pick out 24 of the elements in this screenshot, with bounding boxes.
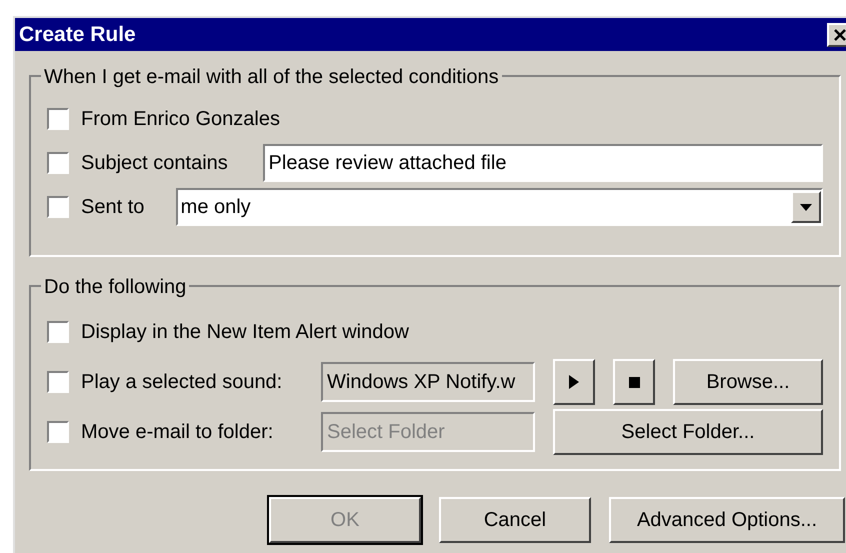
checkbox[interactable] [47,152,69,174]
browse-button[interactable]: Browse... [673,359,823,405]
checkbox[interactable] [47,321,69,343]
checkbox[interactable] [47,196,69,218]
checkbox-label: From Enrico Gonzales [81,107,280,132]
sent-to-dropdown[interactable]: me only [176,188,823,226]
subject-field[interactable]: Please review attached file [262,144,823,182]
dialog-button[interactable]: Advanced Options... [609,497,845,543]
sound-field[interactable]: Windows XP Notify.w [321,362,535,402]
checkbox-label: Display in the New Item Alert window [81,320,409,345]
play-button[interactable] [553,359,595,405]
window-title: Create Rule [19,22,136,48]
checkbox[interactable] [47,108,69,130]
checkbox-label: Sent to [81,195,146,220]
stop-button[interactable] [613,359,655,405]
checkbox[interactable] [47,371,69,393]
stop-icon [628,376,640,388]
dialog-button[interactable]: Cancel [439,497,591,543]
checkbox-label: Play a selected sound: [81,370,284,395]
checkbox-label: Move e-mail to folder: [81,420,274,445]
play-icon [569,375,579,389]
close-button[interactable] [827,22,846,46]
close-icon [834,28,846,40]
checkbox-label: Subject contains [81,151,229,176]
